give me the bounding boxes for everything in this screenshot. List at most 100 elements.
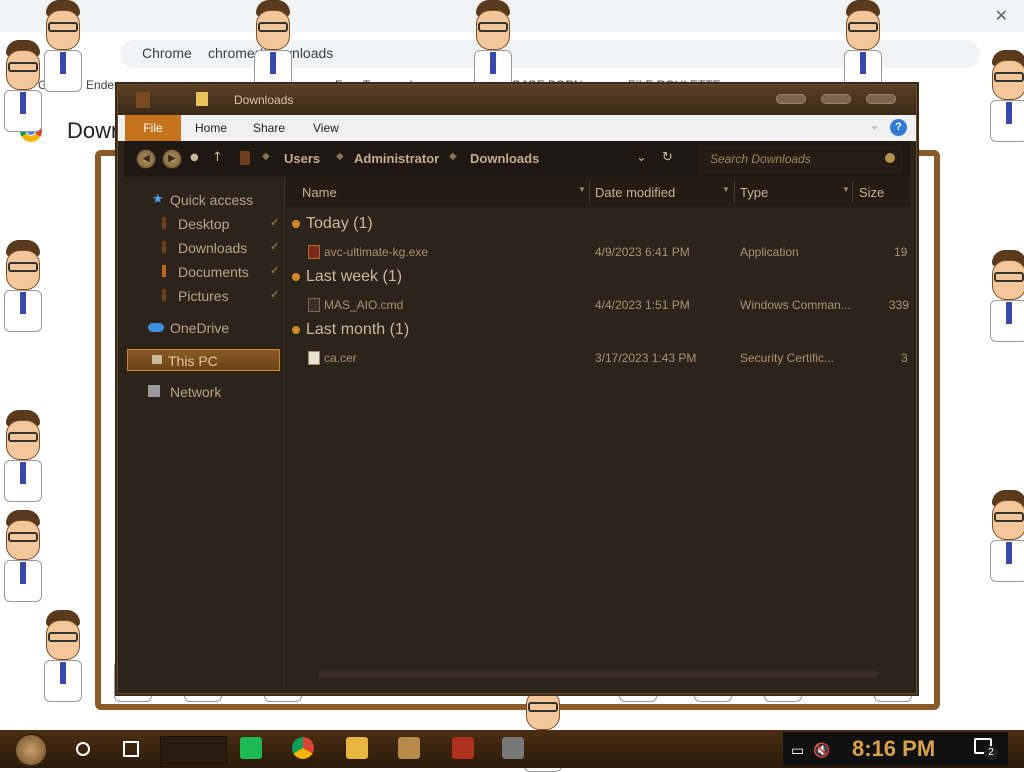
maximize-button[interactable] — [821, 94, 851, 104]
tab-view[interactable]: View — [313, 121, 339, 135]
horizontal-scrollbar[interactable] — [318, 670, 878, 678]
network-icon[interactable]: ▭ — [791, 742, 804, 759]
file-row[interactable]: avc-ultimate-kg.exe 4/9/2023 6:41 PM App… — [286, 241, 910, 263]
close-app-icon[interactable] — [502, 737, 524, 759]
file-explorer-icon[interactable] — [346, 737, 368, 759]
nav-label: OneDrive — [170, 320, 230, 336]
nav-item-downloads[interactable]: Downloads ✓ — [124, 237, 284, 259]
nav-item-network[interactable]: Network — [124, 381, 284, 403]
nav-item-documents[interactable]: Documents ✓ — [124, 261, 284, 283]
minimize-button[interactable] — [776, 94, 806, 104]
group-bullet-icon — [292, 325, 300, 334]
refresh-icon[interactable]: ↻ — [662, 150, 673, 165]
executable-icon — [308, 245, 320, 259]
chevron-down-icon[interactable]: ▼ — [842, 185, 850, 194]
help-icon[interactable]: ? — [890, 119, 907, 136]
documents-icon — [162, 265, 166, 277]
group-header-last-week[interactable]: Last week (1) — [292, 268, 402, 286]
explorer-titlebar[interactable]: Downloads — [118, 85, 916, 115]
tab-file[interactable]: File — [125, 115, 181, 141]
column-divider[interactable] — [589, 181, 590, 203]
chrome-icon[interactable] — [292, 737, 314, 759]
location-icon — [240, 151, 250, 165]
ribbon-expand-icon[interactable]: ⌄ — [870, 119, 879, 132]
file-name: avc-ultimate-kg.exe — [324, 245, 429, 259]
forward-button[interactable]: ▶ — [162, 149, 182, 169]
column-header-type[interactable]: Type — [740, 185, 768, 200]
mascot-image — [40, 610, 86, 702]
column-divider[interactable] — [852, 181, 853, 203]
navigation-bar: ◀ ▶ ● ↑ ◆ Users ◆ Administrator ◆ Downlo… — [124, 141, 910, 177]
notification-count: 2 — [984, 746, 998, 760]
nav-label: Network — [170, 384, 222, 400]
close-button[interactable] — [866, 94, 896, 104]
chevron-down-icon[interactable]: ▼ — [722, 185, 730, 194]
window-icon — [136, 92, 150, 108]
group-label: Last week (1) — [306, 268, 403, 285]
search-box[interactable]: Search Downloads — [698, 145, 903, 173]
recent-locations-icon[interactable]: ● — [190, 152, 199, 163]
file-date: 3/17/2023 1:43 PM — [595, 351, 697, 365]
pictures-icon — [162, 289, 166, 301]
app-icon[interactable] — [398, 737, 420, 759]
breadcrumb-separator[interactable]: ◆ — [449, 151, 457, 162]
window-title: Downloads — [234, 93, 294, 107]
search-icon[interactable] — [885, 153, 895, 163]
back-button[interactable]: ◀ — [136, 149, 156, 169]
mascot-image — [250, 0, 296, 92]
address-dropdown-icon[interactable]: ⌄ — [636, 150, 647, 165]
pin-icon: ✓ — [270, 265, 280, 277]
close-icon[interactable]: ✕ — [995, 6, 1008, 25]
spotify-icon[interactable] — [240, 737, 262, 759]
folder-icon — [196, 92, 208, 106]
search-placeholder: Search Downloads — [710, 152, 811, 166]
pin-icon: ✓ — [270, 217, 280, 229]
script-icon — [308, 298, 320, 312]
mascot-image — [840, 0, 886, 92]
column-divider[interactable] — [734, 181, 735, 203]
nav-item-desktop[interactable]: Desktop ✓ — [124, 213, 284, 235]
nav-item-quick-access[interactable]: ★ Quick access — [124, 189, 284, 211]
column-header-size[interactable]: Size — [859, 185, 884, 200]
tab-home[interactable]: Home — [195, 121, 227, 135]
clock[interactable]: 8:16 PM — [852, 736, 935, 762]
search-circle-icon[interactable] — [76, 742, 90, 756]
breadcrumb-administrator[interactable]: Administrator — [354, 151, 439, 166]
network-icon — [148, 385, 160, 397]
breadcrumb-separator[interactable]: ◆ — [262, 151, 270, 162]
file-row[interactable]: ca.cer 3/17/2023 1:43 PM Security Certif… — [286, 347, 910, 369]
taskbar-search-box[interactable] — [160, 736, 227, 764]
column-header-date-modified[interactable]: Date modified — [595, 185, 675, 200]
group-header-last-month[interactable]: Last month (1) — [292, 321, 409, 339]
file-date: 4/4/2023 1:51 PM — [595, 298, 690, 312]
group-label: Last month (1) — [306, 321, 410, 338]
start-button[interactable] — [14, 733, 48, 767]
breadcrumb-users[interactable]: Users — [284, 151, 320, 166]
file-size: 19 — [894, 245, 908, 259]
nav-item-pictures[interactable]: Pictures ✓ — [124, 285, 284, 307]
nav-item-onedrive[interactable]: OneDrive — [124, 317, 284, 339]
file-name: ca.cer — [324, 351, 357, 365]
mascot-image — [986, 490, 1024, 582]
task-view-icon[interactable] — [123, 741, 139, 757]
ribbon: File Home Share View ⌄ ? — [118, 115, 916, 141]
file-name: MAS_AIO.cmd — [324, 298, 404, 312]
group-label: Today (1) — [306, 215, 373, 232]
volume-muted-icon[interactable]: 🔇 — [813, 742, 830, 759]
tab-share[interactable]: Share — [253, 121, 285, 135]
file-row[interactable]: MAS_AIO.cmd 4/4/2023 1:51 PM Windows Com… — [286, 294, 910, 316]
nav-item-this-pc[interactable]: This PC — [127, 349, 280, 371]
file-type: Application — [740, 245, 799, 259]
breadcrumb-separator[interactable]: ◆ — [336, 151, 344, 162]
breadcrumb-downloads[interactable]: Downloads — [470, 151, 539, 166]
up-arrow-icon[interactable]: ↑ — [212, 150, 223, 165]
nav-label: Documents — [178, 264, 249, 280]
media-app-icon[interactable] — [452, 737, 474, 759]
certificate-icon — [308, 351, 320, 365]
group-header-today[interactable]: Today (1) — [292, 215, 373, 233]
mascot-image — [0, 410, 46, 502]
column-header-name[interactable]: Name — [302, 185, 337, 200]
navigation-pane: ★ Quick access Desktop ✓ Downloads ✓ Doc… — [124, 177, 285, 687]
mascot-image — [40, 0, 86, 92]
chevron-down-icon[interactable]: ▼ — [578, 185, 586, 194]
